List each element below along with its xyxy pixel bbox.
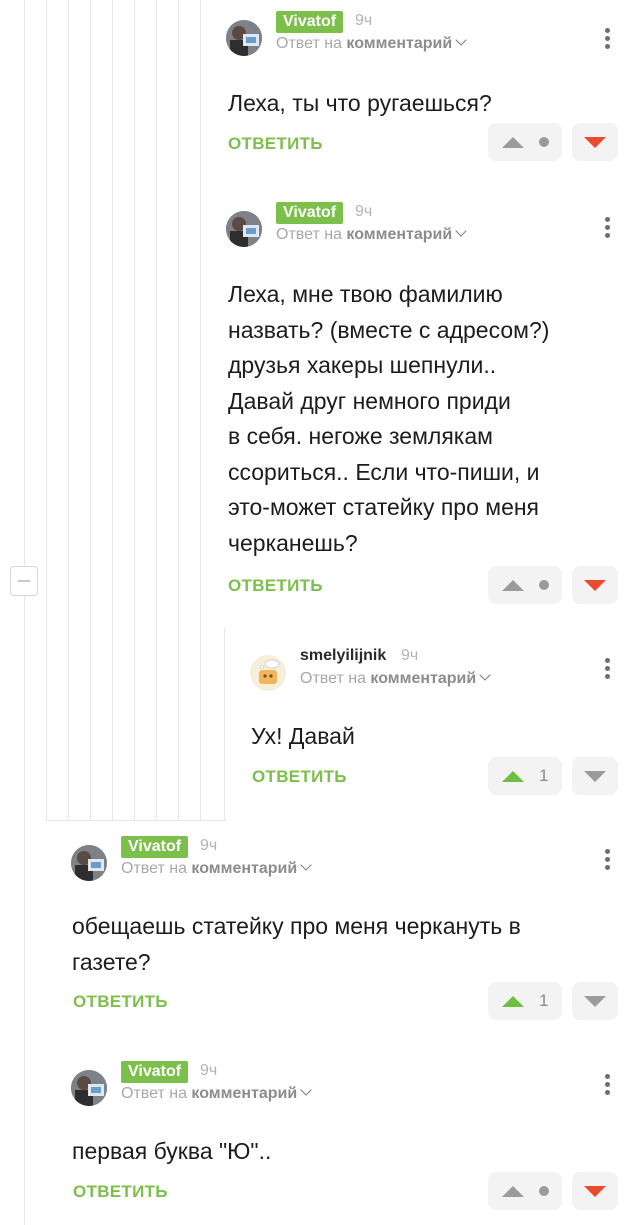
upvote-icon[interactable] — [502, 1186, 524, 1197]
chevron-down-icon[interactable] — [455, 34, 467, 46]
thread-branch — [46, 820, 226, 821]
comment-text: Леха, ты что ругаешься? — [228, 90, 492, 116]
comment-text: Леха, мне твою фамилию назвать? (вместе … — [228, 281, 550, 556]
dot-icon — [539, 580, 549, 590]
collapse-thread-button[interactable] — [10, 566, 38, 596]
downvote-icon[interactable] — [584, 580, 606, 591]
thread-line — [68, 0, 69, 820]
comment: Vivatof 9ч Ответ на комментарий первая б… — [71, 1061, 626, 1220]
reply-target-link[interactable]: комментарий — [370, 670, 476, 687]
reply-button[interactable]: ОТВЕТИТЬ — [228, 576, 323, 596]
vote-down-control[interactable] — [572, 757, 618, 795]
dot-icon — [539, 1186, 549, 1196]
reply-button[interactable]: ОТВЕТИТЬ — [228, 134, 323, 154]
upvote-icon[interactable] — [502, 996, 524, 1007]
rating-count: 1 — [539, 766, 549, 785]
thread-line — [24, 0, 25, 1225]
reply-button[interactable]: ОТВЕТИТЬ — [73, 992, 168, 1012]
more-options-icon[interactable] — [605, 1074, 611, 1098]
thread-line — [46, 0, 47, 820]
vote-up-control[interactable] — [488, 1172, 562, 1210]
comment-text: первая буква "Ю".. — [72, 1138, 272, 1164]
username[interactable]: Vivatof — [121, 836, 189, 858]
reply-context[interactable]: Ответ на комментарий — [121, 859, 312, 878]
reply-context[interactable]: Ответ на комментарий — [300, 669, 491, 688]
rating-count: 1 — [539, 991, 549, 1010]
downvote-icon[interactable] — [584, 1186, 606, 1197]
upvote-icon[interactable] — [502, 137, 524, 148]
reply-context[interactable]: Ответ на комментарий — [276, 34, 467, 53]
reply-target-link[interactable]: комментарий — [191, 860, 297, 877]
thread-line — [90, 0, 91, 820]
vote-down-control[interactable] — [572, 982, 618, 1020]
username[interactable]: Vivatof — [276, 11, 344, 33]
vote-down-control[interactable] — [572, 1172, 618, 1210]
downvote-icon[interactable] — [584, 771, 606, 782]
thread-line — [178, 0, 179, 820]
comment: smelyilijnik 9ч Ответ на комментарий Ух!… — [250, 647, 626, 805]
user-photo-icon — [226, 211, 262, 247]
vote-up-control[interactable] — [488, 566, 562, 604]
thread-line — [112, 0, 113, 820]
chevron-down-icon[interactable] — [300, 1084, 312, 1096]
vote-down-control[interactable] — [572, 566, 618, 604]
comment-text: Ух! Давай — [251, 723, 355, 749]
reply-target-link[interactable]: комментарий — [346, 226, 452, 243]
reply-button[interactable]: ОТВЕТИТЬ — [252, 767, 347, 787]
comment: Vivatof 9ч Ответ на комментарий Леха, ты… — [226, 11, 626, 170]
timestamp: 9ч — [401, 647, 419, 664]
chevron-down-icon[interactable] — [300, 859, 312, 871]
downvote-icon[interactable] — [584, 996, 606, 1007]
timestamp: 9ч — [355, 12, 373, 29]
timestamp: 9ч — [200, 837, 218, 854]
avatar[interactable] — [71, 845, 107, 881]
avatar[interactable] — [226, 211, 262, 247]
reply-button[interactable]: ОТВЕТИТЬ — [73, 1182, 168, 1202]
thread-line — [224, 628, 225, 820]
avatar[interactable] — [71, 1070, 107, 1106]
more-options-icon[interactable] — [605, 28, 611, 52]
vote-up-control[interactable]: 1 — [488, 982, 562, 1020]
thread-line — [134, 0, 135, 820]
reply-context[interactable]: Ответ на комментарий — [276, 225, 467, 244]
reply-context[interactable]: Ответ на комментарий — [121, 1084, 312, 1103]
more-options-icon[interactable] — [605, 217, 611, 241]
avatar[interactable] — [226, 20, 262, 56]
reply-target-link[interactable]: комментарий — [346, 35, 452, 52]
username[interactable]: smelyilijnik — [300, 647, 386, 665]
user-photo-icon — [71, 1070, 107, 1106]
user-photo-icon — [71, 845, 107, 881]
username[interactable]: Vivatof — [276, 202, 344, 224]
more-options-icon[interactable] — [605, 849, 611, 873]
vote-up-control[interactable]: 1 — [488, 757, 562, 795]
comment-text: обещаешь статейку про меня черкануть в г… — [72, 913, 521, 975]
upvote-icon[interactable] — [502, 580, 524, 591]
vote-down-control[interactable] — [572, 123, 618, 161]
avatar[interactable] — [250, 655, 286, 691]
cartoon-avatar-icon — [250, 655, 286, 691]
thread-line — [156, 0, 157, 820]
timestamp: 9ч — [200, 1062, 218, 1079]
upvote-icon[interactable] — [502, 771, 524, 782]
username[interactable]: Vivatof — [121, 1061, 189, 1083]
downvote-icon[interactable] — [584, 137, 606, 148]
more-options-icon[interactable] — [605, 658, 611, 682]
dot-icon — [539, 137, 549, 147]
comment: Vivatof 9ч Ответ на комментарий обещаешь… — [71, 836, 626, 1025]
reply-target-link[interactable]: комментарий — [191, 1085, 297, 1102]
user-photo-icon — [226, 20, 262, 56]
thread-line — [200, 0, 201, 820]
timestamp: 9ч — [355, 203, 373, 220]
chevron-down-icon[interactable] — [455, 225, 467, 237]
vote-up-control[interactable] — [488, 123, 562, 161]
chevron-down-icon[interactable] — [479, 669, 491, 681]
comment: Vivatof 9ч Ответ на комментарий Леха, мн… — [226, 202, 626, 611]
